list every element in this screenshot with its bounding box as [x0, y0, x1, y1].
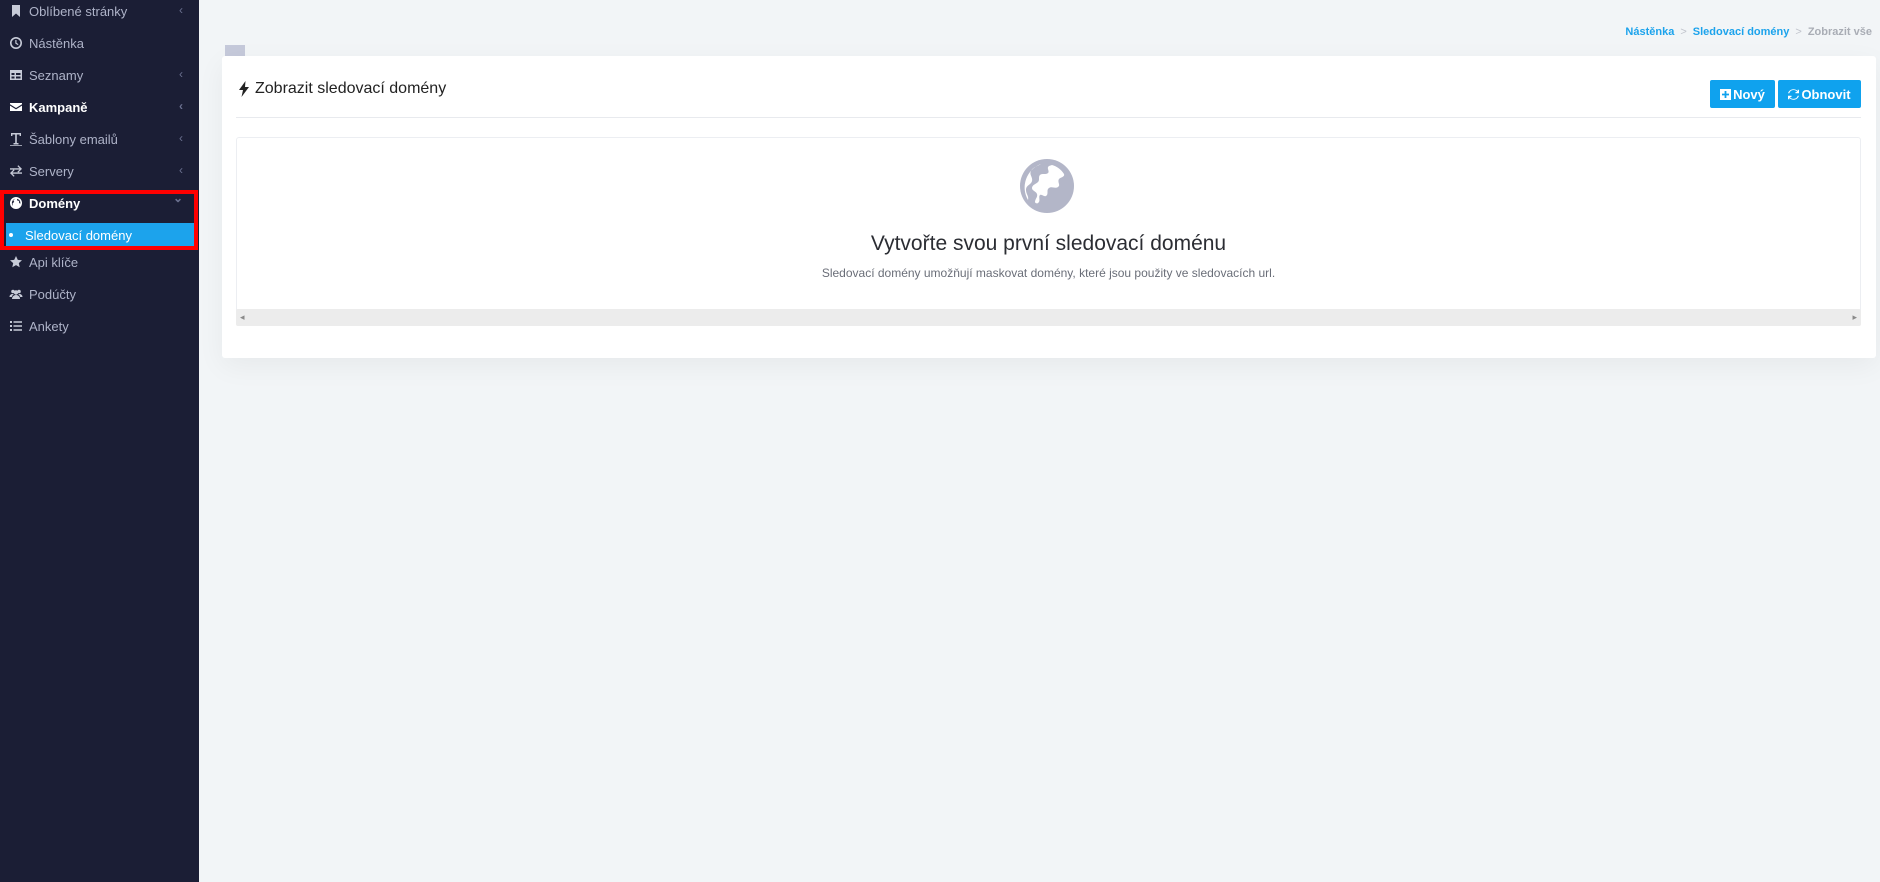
empty-state-description: Sledovací domény umožňují maskovat domén… — [821, 266, 1276, 280]
sidebar-item-surveys[interactable]: Ankety — [0, 310, 199, 342]
sidebar-item-label: Ankety — [29, 318, 69, 334]
users-icon — [8, 286, 24, 302]
sidebar-item-label: Kampaně — [29, 99, 88, 115]
sidebar-item-label: Api klíče — [29, 254, 79, 270]
page-title: Zobrazit sledovací domény — [238, 80, 446, 98]
sidebar-item-label: Podúčty — [29, 286, 76, 302]
text-icon — [8, 131, 24, 147]
breadcrumb-separator: > — [1680, 26, 1687, 38]
main-card: Zobrazit sledovací domény Nový Obnovit V… — [222, 56, 1876, 358]
chevron-left-icon: ‹ — [179, 99, 183, 113]
sidebar-item-email-templates[interactable]: Šablony emailů ‹ — [0, 123, 199, 155]
clock-icon — [8, 35, 24, 51]
list-icon — [8, 318, 24, 334]
empty-state-title: Vytvořte svou první sledovací doménu — [870, 232, 1227, 255]
sidebar-item-lists[interactable]: Seznamy ‹ — [0, 59, 199, 91]
exchange-icon — [8, 163, 24, 179]
chevron-left-icon: ‹ — [179, 131, 183, 145]
envelope-icon — [8, 99, 24, 115]
sidebar-item-servers[interactable]: Servery ‹ — [0, 155, 199, 187]
sidebar-item-label: Nástěnka — [29, 35, 84, 51]
sidebar-item-dashboard[interactable]: Nástěnka — [0, 27, 199, 59]
breadcrumb-link-dashboard[interactable]: Nástěnka — [1625, 26, 1674, 38]
scroll-left-icon[interactable]: ◂ — [240, 312, 245, 323]
sidebar-item-label: Servery — [29, 163, 74, 179]
refresh-button-label: Obnovit — [1801, 86, 1851, 102]
empty-state: Vytvořte svou první sledovací doménu Sle… — [236, 137, 1861, 313]
refresh-button[interactable]: Obnovit — [1778, 80, 1861, 108]
bolt-icon — [238, 81, 250, 97]
horizontal-scrollbar[interactable]: ◂ ▸ — [236, 309, 1861, 326]
plus-square-icon — [1720, 88, 1732, 100]
sidebar-item-subaccounts[interactable]: Podúčty — [0, 278, 199, 310]
sidebar-item-label: Oblíbené stránky — [29, 3, 128, 19]
sidebar-item-campaigns[interactable]: Kampaně ‹ — [0, 91, 199, 123]
sidebar-item-label: Seznamy — [29, 67, 84, 83]
scroll-right-icon[interactable]: ▸ — [1852, 312, 1857, 323]
new-button-label: Nový — [1733, 86, 1765, 102]
breadcrumb-current: Zobrazit vše — [1807, 26, 1872, 38]
divider — [236, 117, 1861, 118]
chevron-left-icon: ‹ — [179, 163, 183, 177]
sidebar: Oblíbené stránky ‹ Nástěnka Seznamy ‹ Ka… — [0, 0, 199, 882]
sidebar-item-api-keys[interactable]: Api klíče — [0, 246, 199, 278]
table-icon — [8, 67, 24, 83]
selection-highlight — [0, 190, 198, 250]
new-button[interactable]: Nový — [1710, 80, 1775, 108]
star-icon — [8, 254, 24, 270]
page-title-text: Zobrazit sledovací domény — [255, 80, 447, 97]
breadcrumb-link-tracking-domains[interactable]: Sledovací domény — [1693, 26, 1790, 38]
refresh-icon — [1788, 88, 1800, 100]
sidebar-item-label: Šablony emailů — [29, 131, 118, 147]
chevron-left-icon: ‹ — [179, 67, 183, 81]
breadcrumb: Nástěnka > Sledovací domény > Zobrazit v… — [1625, 26, 1872, 38]
chevron-left-icon: ‹ — [179, 3, 183, 17]
breadcrumb-separator: > — [1795, 26, 1802, 38]
globe-icon — [1020, 159, 1074, 213]
bookmark-icon — [8, 3, 24, 19]
sidebar-item-favorites[interactable]: Oblíbené stránky ‹ — [0, 0, 199, 27]
